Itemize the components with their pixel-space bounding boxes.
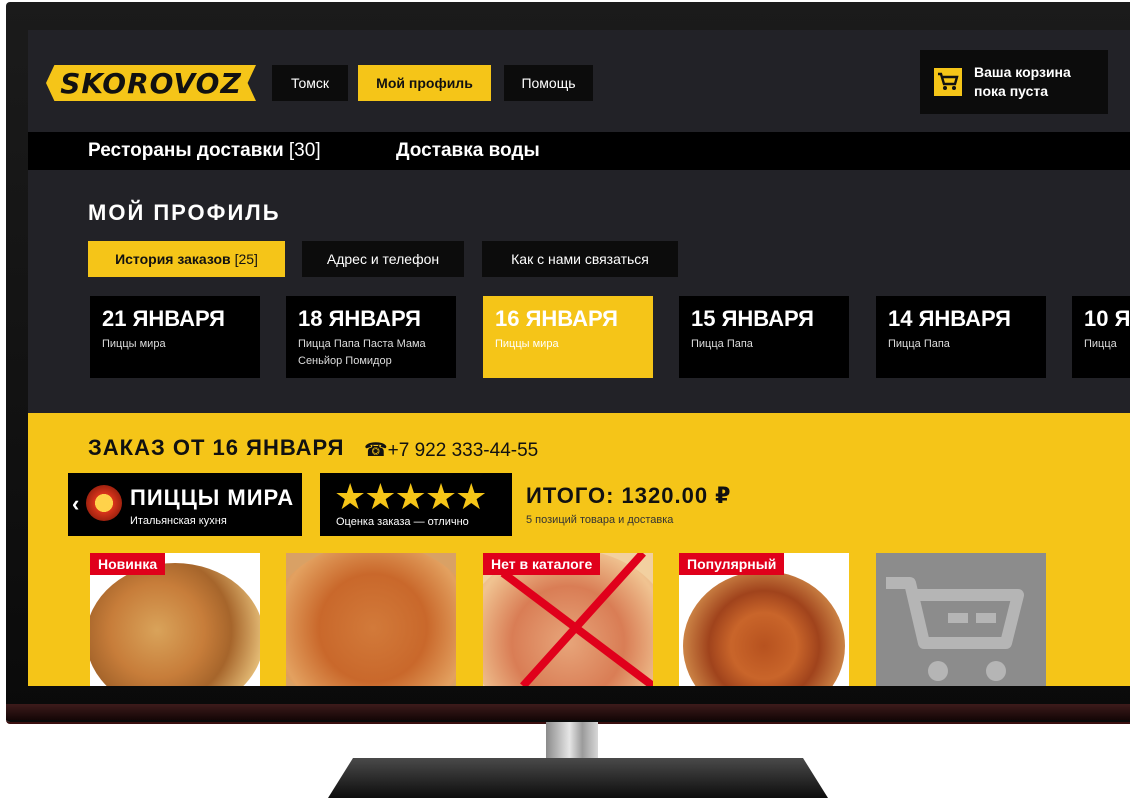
logo-text: SKOROVOZ <box>60 66 242 100</box>
order-total: ИТОГО: 1320.00 ₽ <box>526 483 732 508</box>
rating-text: Оценка заказа — отлично <box>336 516 469 528</box>
order-restaurant: Пицца <box>1084 338 1117 350</box>
cart-status-line1: Ваша корзина <box>974 64 1071 80</box>
nav-city-button[interactable]: Томск <box>272 65 348 101</box>
badge-new: Новинка <box>90 553 166 575</box>
order-restaurant: Пицца Папа <box>888 338 950 350</box>
order-detail-title: ЗАКАЗ ОТ 16 ЯНВАРЯ <box>88 435 345 460</box>
telephone-icon: ☎ <box>364 440 388 461</box>
category-water[interactable]: Доставка воды <box>396 132 540 170</box>
order-card[interactable]: 18 ЯНВАРЯ Пицца Папа Паста Мама Сеньйор … <box>286 296 456 378</box>
restaurant-card[interactable]: ‹ ПИЦЦЫ МИРА Итальянская кухня <box>68 473 302 536</box>
cart-widget[interactable]: Ваша корзина пока пуста <box>920 50 1108 114</box>
badge-popular: Популярный <box>679 553 785 575</box>
restaurant-cuisine: Итальянская кухня <box>130 515 227 527</box>
order-date: 21 ЯНВАРЯ <box>102 306 225 331</box>
order-restaurant: Пицца Папа <box>691 338 753 350</box>
product-tile-unavailable[interactable]: Нет в каталоге <box>483 553 653 686</box>
tab-order-history-label: История заказов <box>115 251 231 267</box>
order-card[interactable]: 10 Я Пицца <box>1072 296 1130 378</box>
page-title: МОЙ ПРОФИЛЬ <box>88 200 281 225</box>
order-date: 14 ЯНВАРЯ <box>888 306 1011 331</box>
tv-stand <box>328 758 828 798</box>
pizza-image <box>90 563 260 686</box>
add-to-cart-tile[interactable] <box>876 553 1046 686</box>
nav-profile-button[interactable]: Мой профиль <box>358 65 491 101</box>
tab-address-phone[interactable]: Адрес и телефон <box>302 241 464 277</box>
rating-card[interactable]: ★★★★★ Оценка заказа — отлично <box>320 473 512 536</box>
product-tile[interactable]: Новинка <box>90 553 260 686</box>
cart-status-line2: пока пуста <box>974 83 1049 99</box>
order-phone[interactable]: ☎+7 922 333-44-55 <box>364 439 538 462</box>
cart-icon <box>886 577 1024 681</box>
tv-screen: SKOROVOZ Томск Мой профиль Помощь Ваша к… <box>28 30 1130 686</box>
category-restaurants-label: Рестораны доставки <box>88 140 284 161</box>
badge-not-in-catalog: Нет в каталоге <box>483 553 601 575</box>
restaurant-logo <box>86 485 122 521</box>
order-date: 16 ЯНВАРЯ <box>495 306 618 331</box>
order-card-selected[interactable]: 16 ЯНВАРЯ Пиццы мира <box>483 296 653 378</box>
order-date: 10 Я <box>1084 306 1130 331</box>
order-total-sub: 5 позиций товара и доставка <box>526 514 674 526</box>
category-restaurants[interactable]: Рестораны доставки [30] <box>88 132 321 170</box>
product-tile[interactable]: Популярный <box>679 553 849 686</box>
order-card[interactable]: 21 ЯНВАРЯ Пиццы мира <box>90 296 260 378</box>
order-detail-panel: ЗАКАЗ ОТ 16 ЯНВАРЯ ☎+7 922 333-44-55 ‹ П… <box>28 413 1130 686</box>
nav-help-button[interactable]: Помощь <box>504 65 593 101</box>
restaurant-name: ПИЦЦЫ МИРА <box>130 485 295 510</box>
tv-stand-neck <box>546 722 598 760</box>
category-bar: Рестораны доставки [30] Доставка воды <box>28 132 1130 170</box>
chevron-left-icon[interactable]: ‹ <box>72 491 79 517</box>
pizza-image <box>683 571 845 686</box>
order-phone-number: +7 922 333-44-55 <box>387 440 539 461</box>
order-restaurant: Пиццы мира <box>102 338 166 350</box>
order-restaurant: Пицца Папа Паста Мама Сеньйор Помидор <box>298 338 426 367</box>
category-restaurants-count: [30] <box>288 140 321 161</box>
order-restaurant: Пиццы мира <box>495 338 559 350</box>
skorovoz-logo[interactable]: SKOROVOZ <box>46 65 256 101</box>
order-card[interactable]: 15 ЯНВАРЯ Пицца Папа <box>679 296 849 378</box>
tab-contact-us[interactable]: Как с нами связаться <box>482 241 678 277</box>
cart-icon <box>934 68 962 96</box>
order-date: 18 ЯНВАРЯ <box>298 306 421 331</box>
product-tile[interactable] <box>286 553 456 686</box>
tab-order-history-count: [25] <box>234 251 258 267</box>
tv-bottom-strip <box>6 704 1130 720</box>
tab-order-history[interactable]: История заказов [25] <box>88 241 285 277</box>
rating-stars: ★★★★★ <box>334 476 487 517</box>
order-card[interactable]: 14 ЯНВАРЯ Пицца Папа <box>876 296 1046 378</box>
order-date: 15 ЯНВАРЯ <box>691 306 814 331</box>
pizza-image <box>286 553 456 686</box>
